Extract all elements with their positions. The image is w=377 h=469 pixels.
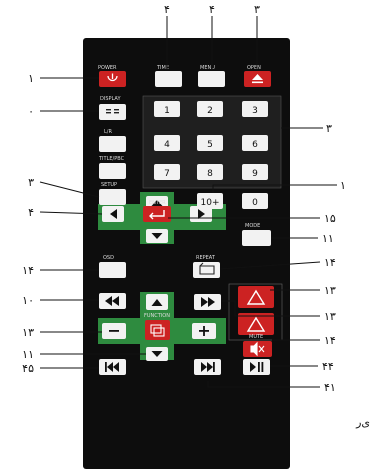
open-label: OPEN — [247, 65, 261, 71]
time-button[interactable] — [155, 71, 182, 87]
title-pbc-button[interactable] — [99, 163, 126, 179]
callout-repeat: ۱۴ — [324, 256, 336, 269]
lr-button[interactable] — [99, 136, 126, 152]
function-button[interactable] — [145, 320, 170, 340]
key-9-label: 9 — [252, 169, 258, 179]
enter-label: ENTER — [149, 200, 166, 206]
key-1-label: 1 — [164, 106, 170, 116]
key-0-label: 0 — [252, 198, 258, 208]
function-label: FUNCTION — [144, 313, 170, 319]
mute-label: MUTE — [249, 334, 263, 340]
callout-setup: ۳ — [28, 176, 34, 189]
callout-enter: ۱۵ — [324, 212, 336, 225]
callout-rewind: ۱۰ — [22, 294, 34, 307]
key-5-label: 5 — [207, 140, 213, 150]
mode-label: MODE — [245, 223, 260, 229]
display-label: DISPLAY — [100, 96, 121, 102]
menu-button[interactable] — [198, 71, 225, 87]
power-label: POWER — [98, 65, 117, 71]
osd-button[interactable] — [99, 262, 126, 278]
key-2-label: 2 — [207, 106, 213, 116]
callout-fast-forward: ۱۳ — [324, 310, 336, 323]
callout-mute: ۱۴ — [324, 334, 336, 347]
key-8-label: 8 — [207, 169, 213, 179]
callout-ten-plus: ۱ — [340, 179, 346, 192]
lr-label: L/R — [104, 129, 112, 135]
setup-label: SETUP — [101, 182, 117, 188]
callout-minus: ۱۳ — [22, 326, 34, 339]
menu-label: MENU — [200, 65, 215, 71]
key-3-label: 3 — [252, 106, 258, 116]
callout-osd: ۱۴ — [22, 264, 34, 277]
callout-menu: ۴ — [209, 3, 215, 16]
callout-play-pause: ۴۴ — [322, 360, 334, 373]
callout-keypad: ۳ — [326, 122, 332, 135]
callout-power: ۱ — [28, 72, 34, 85]
remote-diagram: POWER TIME MENU OPEN DISPLAY L/R TITLE/P… — [22, 3, 370, 469]
callout-red-up: ۱۳ — [324, 284, 336, 297]
callout-next: ۴۱ — [324, 381, 336, 394]
mode-button[interactable] — [242, 230, 271, 246]
callout-mode: ۱۱ — [322, 232, 334, 245]
key-4-label: 4 — [164, 140, 170, 150]
callout-prev: ۴۵ — [22, 362, 34, 375]
repeat-label: REPEAT — [196, 255, 216, 261]
callout-open: ۳ — [254, 3, 260, 16]
callout-left-arrow: ۴ — [28, 206, 34, 219]
callout-function-row: ۱۱ — [22, 348, 34, 361]
enter-button[interactable] — [143, 206, 171, 222]
title-pbc-label: TITLE/PBC — [98, 156, 125, 162]
key-7-label: 7 — [164, 169, 170, 179]
key-6-label: 6 — [252, 140, 258, 150]
minus-icon — [109, 330, 119, 332]
setup-button[interactable] — [99, 189, 126, 205]
play-pause-button[interactable] — [243, 359, 270, 375]
osd-label: OSD — [103, 255, 114, 261]
repeat-button[interactable] — [193, 262, 220, 278]
callout-display: ۰ — [28, 105, 34, 118]
callout-time: ۴ — [164, 3, 170, 16]
display-button[interactable] — [99, 104, 126, 120]
margin-text: ی‌ر — [355, 416, 370, 429]
